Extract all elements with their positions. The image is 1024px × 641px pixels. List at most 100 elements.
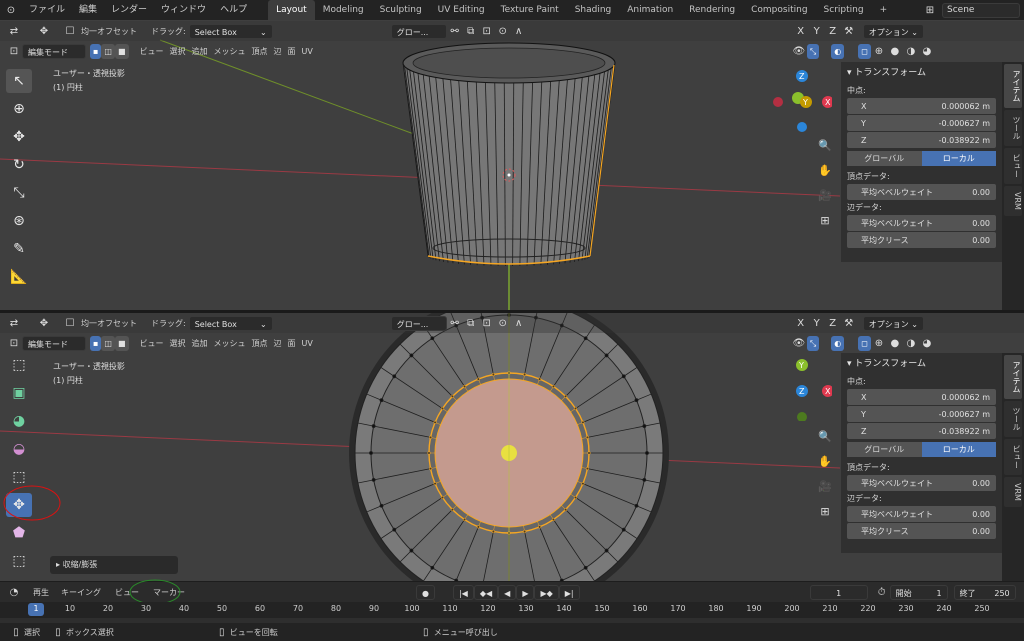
tab-animation[interactable]: Animation	[619, 0, 681, 20]
menu-add[interactable]: 追加	[189, 46, 211, 57]
transform-orientation-dropdown[interactable]: グロー...	[390, 315, 447, 331]
transform-tool-icon[interactable]: ⊛	[6, 209, 32, 233]
median-y-field[interactable]: Y -0.000627 m	[847, 115, 996, 131]
mode-dropdown[interactable]: 編集モード	[22, 335, 86, 351]
median-x-field[interactable]: X 0.000062 m	[847, 389, 996, 405]
tab-view[interactable]: ビュー	[1004, 439, 1022, 475]
play-reverse-button[interactable]: ◀	[498, 584, 517, 600]
camera-icon[interactable]: 🎥	[814, 184, 836, 206]
tab-tool[interactable]: ツール	[1004, 401, 1022, 437]
falloff-icon[interactable]: ∧	[511, 24, 527, 39]
timeline-ruler[interactable]: 1 10 20 30 40 50 60 70 80 90 100 110 120…	[0, 602, 1024, 618]
face-select-button[interactable]: ■	[114, 335, 129, 351]
tab-item[interactable]: アイテム	[1004, 355, 1022, 399]
menu-face[interactable]: 面	[285, 46, 299, 57]
tab-scripting[interactable]: Scripting	[816, 0, 872, 20]
tab-vrm[interactable]: VRM	[1004, 186, 1022, 216]
axis-x-toggle[interactable]: X	[793, 316, 809, 331]
snap-increment-icon[interactable]: ⊡	[479, 24, 495, 39]
gizmo-toggle-button[interactable]: ⤡	[806, 43, 820, 59]
selectability-icon[interactable]: ⊡	[6, 44, 22, 59]
tab-item[interactable]: アイテム	[1004, 64, 1022, 108]
menu-mesh[interactable]: メッシュ	[211, 338, 249, 349]
menu-edge[interactable]: 辺	[271, 46, 285, 57]
xray-toggle-button[interactable]: ◻	[858, 43, 871, 59]
uniform-offset-label[interactable]: 均一オフセット	[78, 318, 140, 329]
jump-end-button[interactable]: ▶|	[558, 584, 580, 600]
menu-uv[interactable]: UV	[299, 339, 316, 348]
xray-toggle-button[interactable]: ◻	[858, 335, 871, 351]
menu-add[interactable]: 追加	[189, 338, 211, 349]
menu-edge[interactable]: 辺	[271, 338, 285, 349]
tab-sculpting[interactable]: Sculpting	[372, 0, 430, 20]
menu-face[interactable]: 面	[285, 338, 299, 349]
end-frame-field[interactable]: 終了 250	[953, 584, 1016, 600]
viewport-top[interactable]: ⇄ ✥ ☐ 均一オフセット ドラッグ: Select Box ⌄ グロー... …	[0, 20, 1024, 310]
zoom-icon[interactable]: 🔍	[814, 425, 836, 447]
extrude-tool-icon[interactable]: ⬚	[6, 353, 32, 377]
menu-file[interactable]: ファイル	[22, 0, 72, 20]
mode-dropdown[interactable]: 編集モード	[22, 43, 86, 59]
viewport-bottom[interactable]: ⇄ ✥ ☐ 均一オフセット ドラッグ: Select Box ⌄ グロー... …	[0, 313, 1024, 581]
menu-select[interactable]: 選択	[167, 46, 189, 57]
shear-tool-icon[interactable]: ⬟	[6, 521, 32, 545]
median-z-field[interactable]: Z -0.038922 m	[847, 423, 996, 439]
median-y-field[interactable]: Y -0.000627 m	[847, 406, 996, 422]
vertex-bevel-field[interactable]: 平均ベベルウェイト 0.00	[847, 184, 996, 200]
wrench-icon[interactable]: ⚒	[841, 316, 857, 331]
median-x-field[interactable]: X 0.000062 m	[847, 98, 996, 114]
selectability-icon[interactable]: ⊡	[6, 336, 22, 351]
camera-icon[interactable]: 🎥	[814, 475, 836, 497]
cursor-tool-icon[interactable]: ⊕	[6, 97, 32, 121]
grid-icon[interactable]: ⊞	[814, 500, 836, 522]
options-dropdown[interactable]: オプション ⌄	[862, 23, 924, 39]
shading-rendered-icon[interactable]: ◕	[919, 44, 935, 59]
bevel-tool-icon[interactable]: ◕	[6, 409, 32, 433]
tab-tool[interactable]: ツール	[1004, 110, 1022, 146]
falloff-icon[interactable]: ∧	[511, 316, 527, 331]
checkbox-icon[interactable]: ☐	[62, 24, 78, 39]
current-frame-field[interactable]: 1	[809, 584, 868, 600]
annotate-tool-icon[interactable]: ✎	[6, 237, 32, 261]
shading-solid-icon[interactable]: ●	[887, 44, 903, 59]
shading-material-icon[interactable]: ◑	[903, 44, 919, 59]
pivot-icon[interactable]: ⚯	[447, 316, 463, 331]
add-workspace-button[interactable]: +	[872, 0, 896, 20]
editor-type-icon[interactable]: ⇄	[6, 316, 22, 331]
nav-gizmo-top[interactable]: Z Y X	[772, 68, 834, 132]
global-button[interactable]: グローバル	[847, 442, 922, 457]
gizmo-toggle-button[interactable]: ⤡	[806, 335, 820, 351]
menu-select[interactable]: 選択	[167, 338, 189, 349]
tab-shading[interactable]: Shading	[567, 0, 620, 20]
edge-bevel-field[interactable]: 平均ベベルウェイト 0.00	[847, 215, 996, 231]
tab-compositing[interactable]: Compositing	[743, 0, 815, 20]
axis-y-toggle[interactable]: Y	[809, 316, 825, 331]
axis-z-toggle[interactable]: Z	[825, 316, 841, 331]
jump-keyframe-back-button[interactable]: ◆◀	[473, 584, 499, 600]
inset-tool-icon[interactable]: ▣	[6, 381, 32, 405]
move-tool-icon[interactable]: ✥	[6, 125, 32, 149]
axis-z-toggle[interactable]: Z	[825, 24, 841, 39]
shading-wireframe-icon[interactable]: ⊕	[871, 44, 887, 59]
snap-increment-icon[interactable]: ⊡	[479, 316, 495, 331]
record-button[interactable]: ●	[416, 584, 435, 600]
menu-window[interactable]: ウィンドウ	[154, 0, 213, 20]
options-dropdown[interactable]: オプション ⌄	[862, 315, 924, 331]
shading-solid-icon[interactable]: ●	[887, 336, 903, 351]
tab-uv-editing[interactable]: UV Editing	[430, 0, 493, 20]
loopcut-tool-icon[interactable]: ◒	[6, 437, 32, 461]
uniform-offset-label[interactable]: 均一オフセット	[78, 26, 140, 37]
edge-crease-field[interactable]: 平均クリース 0.00	[847, 232, 996, 248]
menu-mesh[interactable]: メッシュ	[211, 46, 249, 57]
scene-icon[interactable]: ⊞	[922, 3, 938, 18]
keying-menu[interactable]: キーイング	[58, 587, 104, 598]
shading-rendered-icon[interactable]: ◕	[919, 336, 935, 351]
transform-panel-title[interactable]: ▾ トランスフォーム	[847, 357, 996, 371]
menu-uv[interactable]: UV	[299, 47, 316, 56]
jump-keyframe-forward-button[interactable]: ▶◆	[534, 584, 559, 600]
global-button[interactable]: グローバル	[847, 151, 922, 166]
proportional-edit-icon[interactable]: ⊙	[495, 24, 511, 39]
pan-hand-icon[interactable]: ✋	[814, 450, 836, 472]
vertex-select-button[interactable]: ▪	[90, 43, 102, 59]
tab-texture-paint[interactable]: Texture Paint	[493, 0, 567, 20]
